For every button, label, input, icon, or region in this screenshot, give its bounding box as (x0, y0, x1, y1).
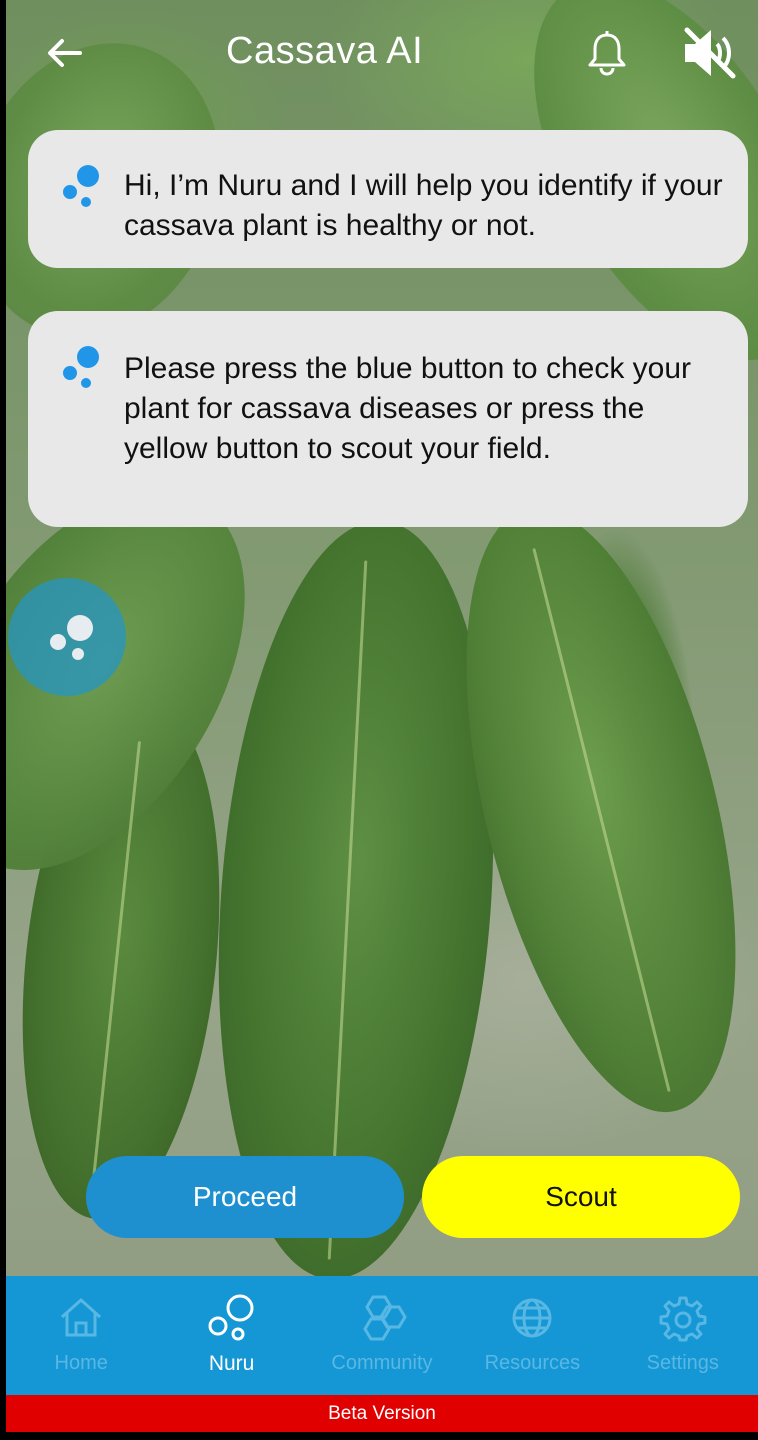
nuru-bubbles-icon (50, 615, 93, 660)
sound-toggle-button[interactable] (678, 24, 742, 82)
beta-version-banner: Beta Version (6, 1395, 758, 1432)
nav-label: Home (54, 1352, 108, 1374)
bell-icon (588, 31, 626, 76)
nuru-bubbles-icon (63, 165, 99, 207)
nav-label: Resources (484, 1352, 581, 1374)
nav-item-nuru[interactable]: Nuru (156, 1276, 306, 1395)
proceed-button[interactable]: Proceed (86, 1156, 404, 1238)
nuru-bubbles-icon (204, 1290, 260, 1346)
page-title: Cassava AI (226, 30, 424, 72)
notifications-button[interactable] (582, 28, 632, 78)
nav-item-settings[interactable]: Settings (608, 1276, 758, 1395)
camera-background: Cassava AI Hi, I’m Nuru and I will help … (6, 0, 758, 1440)
community-hexagons-icon (354, 1290, 410, 1346)
top-app-bar: Cassava AI (6, 0, 758, 110)
nav-label: Community (331, 1352, 433, 1374)
chat-message-text: Please press the blue button to check yo… (124, 352, 692, 465)
gear-icon (655, 1290, 711, 1346)
nav-item-community[interactable]: Community (307, 1276, 457, 1395)
home-icon (53, 1290, 109, 1346)
chat-message: Hi, I’m Nuru and I will help you identif… (28, 130, 748, 268)
nav-label: Settings (646, 1352, 719, 1374)
scout-button[interactable]: Scout (422, 1156, 740, 1238)
back-button[interactable] (40, 28, 90, 78)
nav-item-home[interactable]: Home (6, 1276, 156, 1395)
chat-message-text: Hi, I’m Nuru and I will help you identif… (124, 169, 723, 242)
globe-icon (504, 1290, 560, 1346)
bottom-navigation: Home Nuru Community Resources Settings (6, 1276, 758, 1395)
system-bar-edge (6, 1432, 758, 1440)
speaker-muted-icon (684, 27, 736, 79)
chat-message: Please press the blue button to check yo… (28, 311, 748, 527)
nuru-bubbles-icon (63, 346, 99, 388)
nav-label: Nuru (208, 1352, 255, 1375)
nav-item-resources[interactable]: Resources (457, 1276, 607, 1395)
arrow-left-icon (48, 39, 82, 67)
nuru-floating-button[interactable] (8, 578, 126, 696)
